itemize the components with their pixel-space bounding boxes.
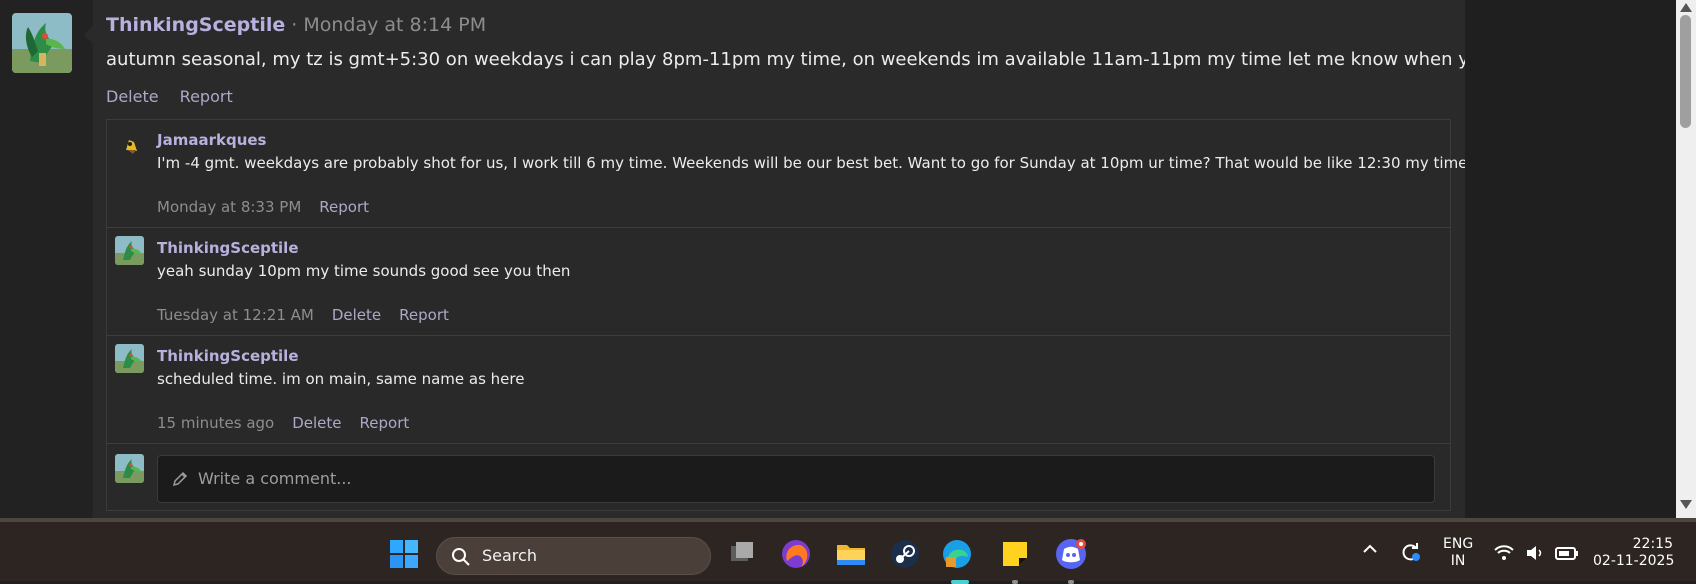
comment: ThinkingSceptile yeah sunday 10pm my tim… [107,228,1450,336]
post-header: ThinkingSceptile · Monday at 8:14 PM [106,14,486,36]
search-label: Search [482,546,537,565]
scroll-thumb[interactable] [1680,15,1691,128]
report-comment-button[interactable]: Report [399,306,449,324]
wifi-icon[interactable] [1493,542,1515,564]
post-message: autumn seasonal, my tz is gmt+5:30 on we… [106,49,1574,70]
avatar[interactable] [12,13,72,73]
report-post-button[interactable]: Report [180,87,233,106]
comment-time[interactable]: Tuesday at 12:21 AM [157,306,314,324]
taskbar-search[interactable]: Search [436,537,711,575]
comment-text: scheduled time. im on main, same name as… [157,370,525,388]
left-rail [0,0,92,518]
post-pointer [84,26,93,44]
post-separator: · [285,14,304,36]
thinkingsceptile-avatar[interactable] [115,236,144,265]
report-comment-button[interactable]: Report [319,198,369,216]
comment-input[interactable]: Write a comment... [198,456,352,502]
comment-author[interactable]: ThinkingSceptile [157,239,299,257]
windows-taskbar: Search ENG IN 22:15 02-11-2025 [0,518,1696,584]
steam-icon[interactable] [888,537,922,571]
comment-composer[interactable]: Write a comment... [157,455,1435,503]
report-comment-button[interactable]: Report [360,414,410,432]
file-explorer-icon[interactable] [834,537,868,571]
comment-text: I'm -4 gmt. weekdays are probably shot f… [157,154,1473,172]
comment-time[interactable]: Monday at 8:33 PM [157,198,301,216]
windows-start-icon[interactable] [387,537,421,571]
edge-icon[interactable] [940,537,974,571]
scroll-down-icon[interactable] [1680,500,1692,509]
comment-author[interactable]: Jamaarkques [157,131,266,149]
scroll-up-icon[interactable] [1680,3,1692,12]
composer-avatar [115,454,144,483]
language-indicator[interactable]: ENG IN [1443,536,1473,570]
comments-section: Jamaarkques I'm -4 gmt. weekdays are pro… [106,119,1472,511]
comment-time[interactable]: 15 minutes ago [157,414,274,432]
vertical-scrollbar[interactable] [1676,0,1696,518]
sticky-notes-icon[interactable] [998,537,1032,571]
jamaarkques-avatar[interactable] [117,132,146,161]
comment-meta: Monday at 8:33 PM Report [157,198,369,216]
post-time[interactable]: Monday at 8:14 PM [303,14,486,36]
battery-icon[interactable] [1554,542,1579,564]
pencil-icon [172,471,188,487]
discord-icon[interactable] [1054,537,1088,571]
comment-meta: Tuesday at 12:21 AM Delete Report [157,306,449,324]
delete-comment-button[interactable]: Delete [292,414,341,432]
comment-author[interactable]: ThinkingSceptile [157,347,299,365]
search-icon [452,548,470,566]
delete-post-button[interactable]: Delete [106,87,159,106]
system-clock[interactable]: 22:15 02-11-2025 [1593,536,1675,570]
post-actions: Delete Report [106,87,249,106]
clock-date: 02-11-2025 [1593,553,1675,569]
chevron-up-icon[interactable] [1360,539,1380,559]
language-code: ENG [1443,536,1474,552]
thinkingsceptile-avatar[interactable] [115,344,144,373]
comment: ThinkingSceptile scheduled time. im on m… [107,336,1450,444]
comment-text: yeah sunday 10pm my time sounds good see… [157,262,571,280]
page-margin [1465,0,1676,518]
keyboard-region: IN [1450,553,1466,569]
comment-meta: 15 minutes ago Delete Report [157,414,409,432]
delete-comment-button[interactable]: Delete [332,306,381,324]
clock-time: 22:15 [1632,536,1673,552]
comment: Jamaarkques I'm -4 gmt. weekdays are pro… [107,120,1472,228]
post-author[interactable]: ThinkingSceptile [106,14,285,36]
task-view-icon[interactable] [725,537,759,571]
volume-icon[interactable] [1524,542,1546,564]
firefox-icon[interactable] [779,537,813,571]
sync-icon[interactable] [1398,540,1422,564]
